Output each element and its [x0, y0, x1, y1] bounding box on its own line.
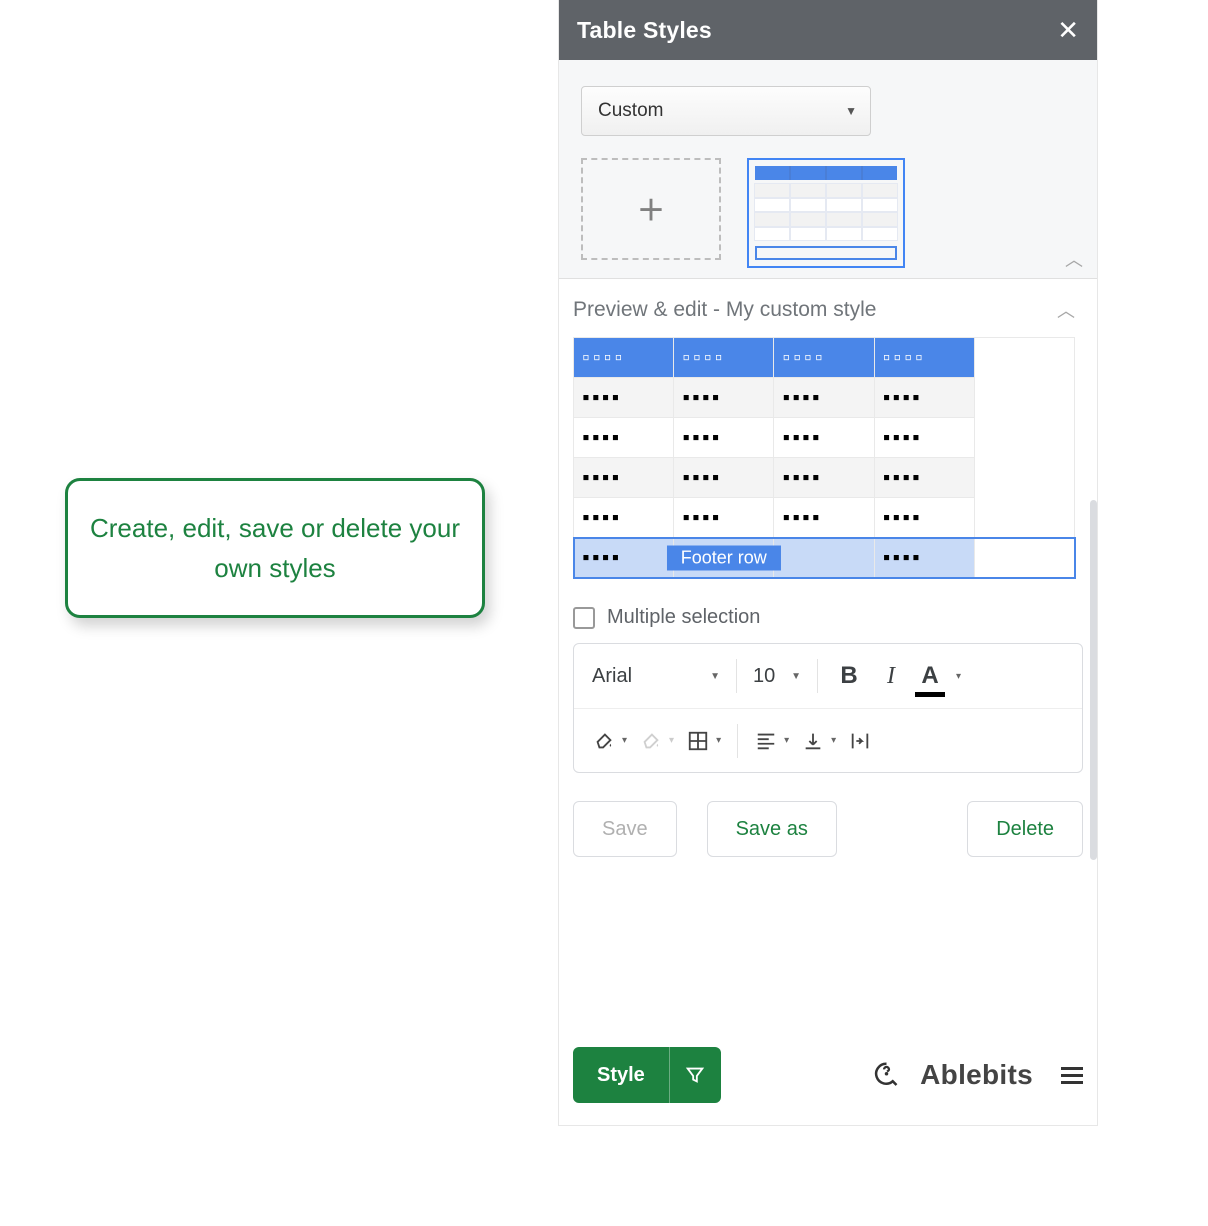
alt-fill-color-button[interactable]: ▾ [633, 729, 680, 753]
style-category-value: Custom [598, 100, 663, 121]
panel-header: Table Styles ✕ [559, 0, 1097, 60]
hint-text: Create, edit, save or delete your own st… [90, 508, 460, 589]
save-as-button[interactable]: Save as [707, 801, 837, 857]
action-buttons: Save Save as Delete [559, 773, 1097, 857]
caret-down-icon: ▾ [716, 735, 721, 746]
borders-button[interactable]: ▾ [680, 729, 727, 753]
caret-down-icon: ▾ [956, 671, 961, 682]
fill-color-button[interactable]: ▾ [586, 729, 633, 753]
wrap-button[interactable] [842, 729, 878, 753]
collapse-top-icon[interactable]: ︿ [1065, 246, 1083, 272]
close-icon[interactable]: ✕ [1057, 15, 1079, 46]
delete-button[interactable]: Delete [967, 801, 1083, 857]
font-family-value: Arial [592, 665, 632, 688]
caret-down-icon: ▾ [622, 735, 627, 746]
text-wrap-icon [848, 729, 872, 753]
table-row-footer: ▪▪▪▪ ▪▪▪ Footer row ▪▪▪▪ [574, 538, 1075, 578]
bold-button[interactable]: B [828, 662, 870, 690]
font-size-select[interactable]: 10 ▼ [747, 665, 807, 688]
align-bottom-icon [801, 729, 825, 753]
plus-icon: ＋ [637, 189, 665, 229]
table-styles-sidebar: Table Styles ✕ Custom ▼ ＋ [558, 0, 1098, 1126]
filter-icon[interactable] [669, 1047, 721, 1103]
collapse-preview-icon[interactable]: ︿ [1057, 297, 1075, 323]
font-family-select[interactable]: Arial ▼ [586, 665, 726, 688]
table-row: ▪▪▪▪▪▪▪▪▪▪▪▪▪▪▪▪ [574, 378, 1075, 418]
caret-down-icon: ▾ [831, 735, 836, 746]
format-toolbar: Arial ▼ 10 ▼ B I A ▾ [573, 643, 1083, 773]
scrollbar-thumb[interactable] [1090, 500, 1097, 860]
brand-label: Ablebits [920, 1059, 1033, 1091]
table-row: ▫▫▫▫▫▫▫▫▫▫▫▫▫▫▫▫ [574, 338, 1075, 378]
align-left-icon [754, 729, 778, 753]
preview-table[interactable]: ▫▫▫▫▫▫▫▫▫▫▫▫▫▫▫▫ ▪▪▪▪▪▪▪▪▪▪▪▪▪▪▪▪ ▪▪▪▪▪▪… [573, 337, 1075, 578]
save-as-label: Save as [736, 818, 808, 840]
save-button[interactable]: Save [573, 801, 677, 857]
paint-bucket-icon [592, 729, 616, 753]
panel-footer: Style Ablebits [559, 1029, 1097, 1125]
caret-down-icon: ▼ [791, 671, 801, 682]
preview-section-header: Preview & edit - My custom style ︿ [559, 279, 1097, 329]
italic-button[interactable]: I [870, 663, 912, 690]
panel-title: Table Styles [577, 17, 712, 44]
row-tooltip: Footer row [667, 545, 781, 570]
table-row: ▪▪▪▪▪▪▪▪▪▪▪▪▪▪▪▪ [574, 418, 1075, 458]
text-color-button[interactable]: A ▾ [912, 662, 967, 690]
delete-label: Delete [996, 818, 1054, 840]
horizontal-align-button[interactable]: ▾ [748, 729, 795, 753]
borders-icon [686, 729, 710, 753]
font-size-value: 10 [753, 665, 775, 688]
caret-down-icon: ▾ [784, 735, 789, 746]
save-label: Save [602, 818, 648, 840]
vertical-align-button[interactable]: ▾ [795, 729, 842, 753]
caret-down-icon: ▼ [710, 671, 720, 682]
menu-icon[interactable] [1061, 1063, 1083, 1088]
multiple-selection-toggle[interactable]: Multiple selection [559, 592, 1097, 639]
style-selector-section: Custom ▼ ＋ ︿ [559, 60, 1097, 278]
paint-bucket-icon [639, 729, 663, 753]
style-button-label: Style [597, 1064, 645, 1087]
style-category-select[interactable]: Custom [581, 86, 871, 136]
multiple-selection-label: Multiple selection [607, 606, 760, 629]
preview-section-title: Preview & edit - My custom style [573, 298, 876, 322]
caret-down-icon: ▾ [669, 735, 674, 746]
checkbox-icon [573, 607, 595, 629]
preview-area: ▫▫▫▫▫▫▫▫▫▫▫▫▫▫▫▫ ▪▪▪▪▪▪▪▪▪▪▪▪▪▪▪▪ ▪▪▪▪▪▪… [559, 329, 1097, 592]
table-row: ▪▪▪▪▪▪▪▪▪▪▪▪▪▪▪▪ [574, 458, 1075, 498]
style-thumbnail-selected[interactable] [747, 158, 905, 268]
add-style-button[interactable]: ＋ [581, 158, 721, 260]
hint-callout: Create, edit, save or delete your own st… [65, 478, 485, 618]
table-row: ▪▪▪▪▪▪▪▪▪▪▪▪▪▪▪▪ [574, 498, 1075, 538]
apply-style-button[interactable]: Style [573, 1047, 721, 1103]
help-icon[interactable] [868, 1059, 900, 1091]
